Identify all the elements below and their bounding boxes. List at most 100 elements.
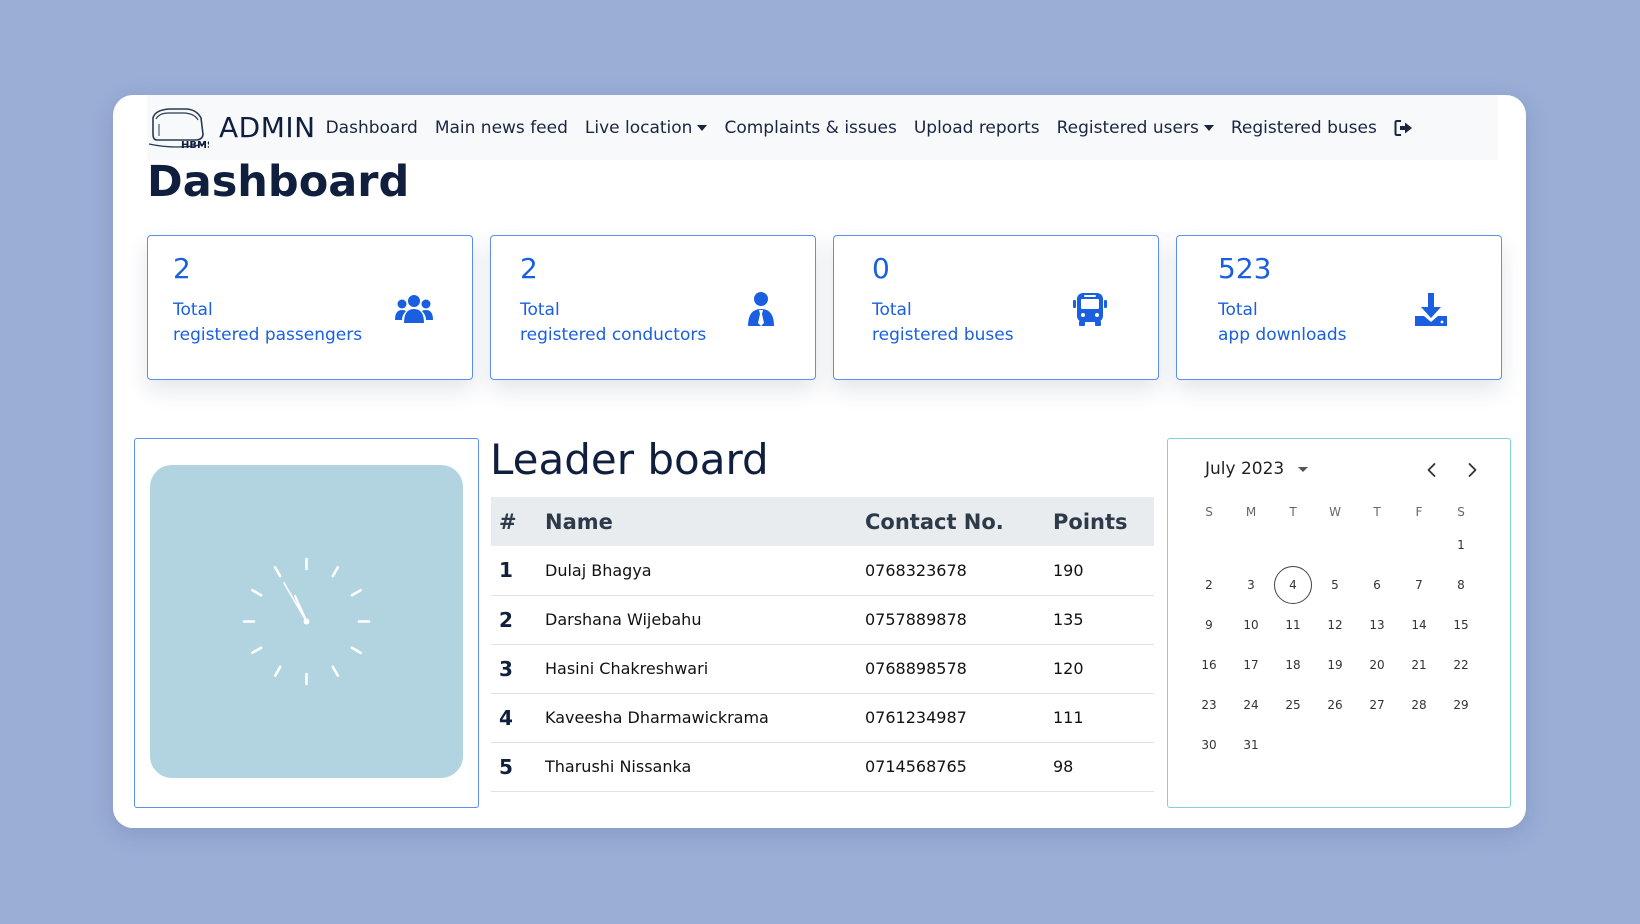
calendar-day[interactable]: 22 xyxy=(1440,658,1482,672)
nav-label: Upload reports xyxy=(913,117,1040,138)
calendar-day[interactable]: 27 xyxy=(1356,698,1398,712)
calendar-day[interactable]: 21 xyxy=(1398,658,1440,672)
chevron-right-icon[interactable] xyxy=(1461,459,1483,481)
calendar-week-row: 30 31 xyxy=(1188,725,1482,765)
table-row: 1 Dulaj Bhagya 0768323678 190 xyxy=(491,546,1154,596)
calendar-day[interactable]: 2 xyxy=(1188,578,1230,592)
calendar-day[interactable]: 9 xyxy=(1188,618,1230,632)
column-header: # xyxy=(491,497,545,546)
points-cell: 190 xyxy=(1053,546,1154,596)
points-cell: 120 xyxy=(1053,644,1154,694)
caret-down-icon xyxy=(697,124,708,131)
stat-card-buses: 0 Total registered buses xyxy=(833,235,1159,380)
calendar-day[interactable]: 7 xyxy=(1398,578,1440,592)
table-row: 4 Kaveesha Dharmawickrama 0761234987 111 xyxy=(491,693,1154,743)
calendar-day[interactable]: 12 xyxy=(1314,618,1356,632)
name-cell: Kaveesha Dharmawickrama xyxy=(545,693,865,743)
calendar-day[interactable]: 19 xyxy=(1314,658,1356,672)
nav-label: Complaints & issues xyxy=(724,117,897,138)
calendar-day[interactable]: 30 xyxy=(1188,738,1230,752)
stat-card-conductors: 2 Total registered conductors xyxy=(490,235,816,380)
calendar-day[interactable]: 6 xyxy=(1356,578,1398,592)
calendar-day[interactable]: 16 xyxy=(1188,658,1230,672)
calendar-day-today[interactable]: 4 xyxy=(1272,566,1314,604)
stat-label-line1: Total xyxy=(872,300,912,320)
calendar-day[interactable]: 20 xyxy=(1356,658,1398,672)
stat-label-line2: app downloads xyxy=(1218,325,1347,345)
calendar-day[interactable]: 18 xyxy=(1272,658,1314,672)
sign-out-icon[interactable] xyxy=(1394,119,1414,137)
nav-registered-buses[interactable]: Registered buses xyxy=(1231,118,1377,138)
analog-clock xyxy=(150,465,463,778)
points-cell: 135 xyxy=(1053,595,1154,645)
calendar-day[interactable]: 8 xyxy=(1440,578,1482,592)
calendar-day[interactable]: 14 xyxy=(1398,618,1440,632)
calendar-day[interactable]: 23 xyxy=(1188,698,1230,712)
weekday-label: F xyxy=(1415,505,1423,519)
contact-cell: 0768898578 xyxy=(865,644,1053,694)
month-selector[interactable]: July 2023 xyxy=(1205,459,1309,479)
stat-value: 2 xyxy=(173,252,191,285)
nav-registered-users[interactable]: Registered users xyxy=(1057,118,1214,138)
calendar-day[interactable]: 15 xyxy=(1440,618,1482,632)
rank-cell: 5 xyxy=(491,742,545,792)
calendar-day[interactable]: 24 xyxy=(1230,698,1272,712)
caret-down-icon xyxy=(1298,466,1309,472)
calendar-day[interactable]: 29 xyxy=(1440,698,1482,712)
nav-dashboard[interactable]: Dashboard xyxy=(326,118,418,138)
nav-label: Live location xyxy=(584,117,693,138)
month-label: July 2023 xyxy=(1205,459,1285,479)
calendar-week-row: 2345678 xyxy=(1188,565,1482,605)
chevron-left-icon[interactable] xyxy=(1421,459,1443,481)
calendar-week-row: 23 24 25 26 27 28 29 xyxy=(1188,685,1482,725)
weekday-label: T xyxy=(1289,505,1297,519)
nav-main-news-feed[interactable]: Main news feed xyxy=(435,118,568,138)
points-cell: 98 xyxy=(1053,742,1154,792)
caret-down-icon xyxy=(1203,124,1214,131)
calendar-day[interactable]: 13 xyxy=(1356,618,1398,632)
logo-text: HBMS xyxy=(181,140,209,151)
calendar-day[interactable]: 17 xyxy=(1230,658,1272,672)
stat-label-line2: registered conductors xyxy=(520,325,707,345)
stat-label-line2: registered passengers xyxy=(173,325,363,345)
calendar-day[interactable]: 31 xyxy=(1230,738,1272,752)
stat-card-passengers: 2 Total registered passengers xyxy=(147,235,473,380)
column-header: Name xyxy=(545,497,865,546)
name-cell: Hasini Chakreshwari xyxy=(545,644,865,694)
nav-complaints-issues[interactable]: Complaints & issues xyxy=(724,118,896,138)
calendar-day[interactable]: 3 xyxy=(1230,578,1272,592)
calendar-day[interactable]: 25 xyxy=(1272,698,1314,712)
contact-cell: 0714568765 xyxy=(865,742,1053,792)
calendar-day[interactable]: 1 xyxy=(1440,538,1482,552)
calendar-day[interactable]: 26 xyxy=(1314,698,1356,712)
today-ring: 4 xyxy=(1274,566,1312,604)
calendar-week-row: 9 10 11 12 13 14 15 xyxy=(1188,605,1482,645)
calendar-day[interactable]: 10 xyxy=(1230,618,1272,632)
name-cell: Darshana Wijebahu xyxy=(545,595,865,645)
name-cell: Tharushi Nissanka xyxy=(545,742,865,792)
nav-label: Main news feed xyxy=(434,117,568,138)
stat-label: Total registered passengers xyxy=(173,298,362,348)
nav-label: Registered users xyxy=(1056,117,1199,138)
stat-label-line2: registered buses xyxy=(872,325,1014,345)
stat-label: Total registered buses xyxy=(872,298,1014,348)
table-header-row: # Name Contact No. Points xyxy=(491,497,1154,546)
stat-label: Total registered conductors xyxy=(520,298,706,348)
calendar-day[interactable]: 5 xyxy=(1314,578,1356,592)
rank-cell: 4 xyxy=(491,693,545,743)
calendar-day[interactable]: 28 xyxy=(1398,698,1440,712)
calendar-day[interactable]: 11 xyxy=(1272,618,1314,632)
app-window: HBMS ADMIN Dashboard Main news feed Live… xyxy=(113,95,1526,828)
leaderboard-title: Leader board xyxy=(490,435,769,484)
page-title: Dashboard xyxy=(147,157,410,207)
nav-live-location[interactable]: Live location xyxy=(585,118,708,138)
nav-upload-reports[interactable]: Upload reports xyxy=(914,118,1040,138)
weekday-label: T xyxy=(1373,505,1381,519)
points-cell: 111 xyxy=(1053,693,1154,743)
stat-label-line1: Total xyxy=(1218,300,1258,320)
users-icon xyxy=(395,295,433,323)
contact-cell: 0761234987 xyxy=(865,693,1053,743)
leaderboard-table: # Name Contact No. Points 1 Dulaj Bhagya… xyxy=(491,497,1154,792)
brand-title: ADMIN xyxy=(219,111,316,144)
column-header: Points xyxy=(1053,497,1154,546)
